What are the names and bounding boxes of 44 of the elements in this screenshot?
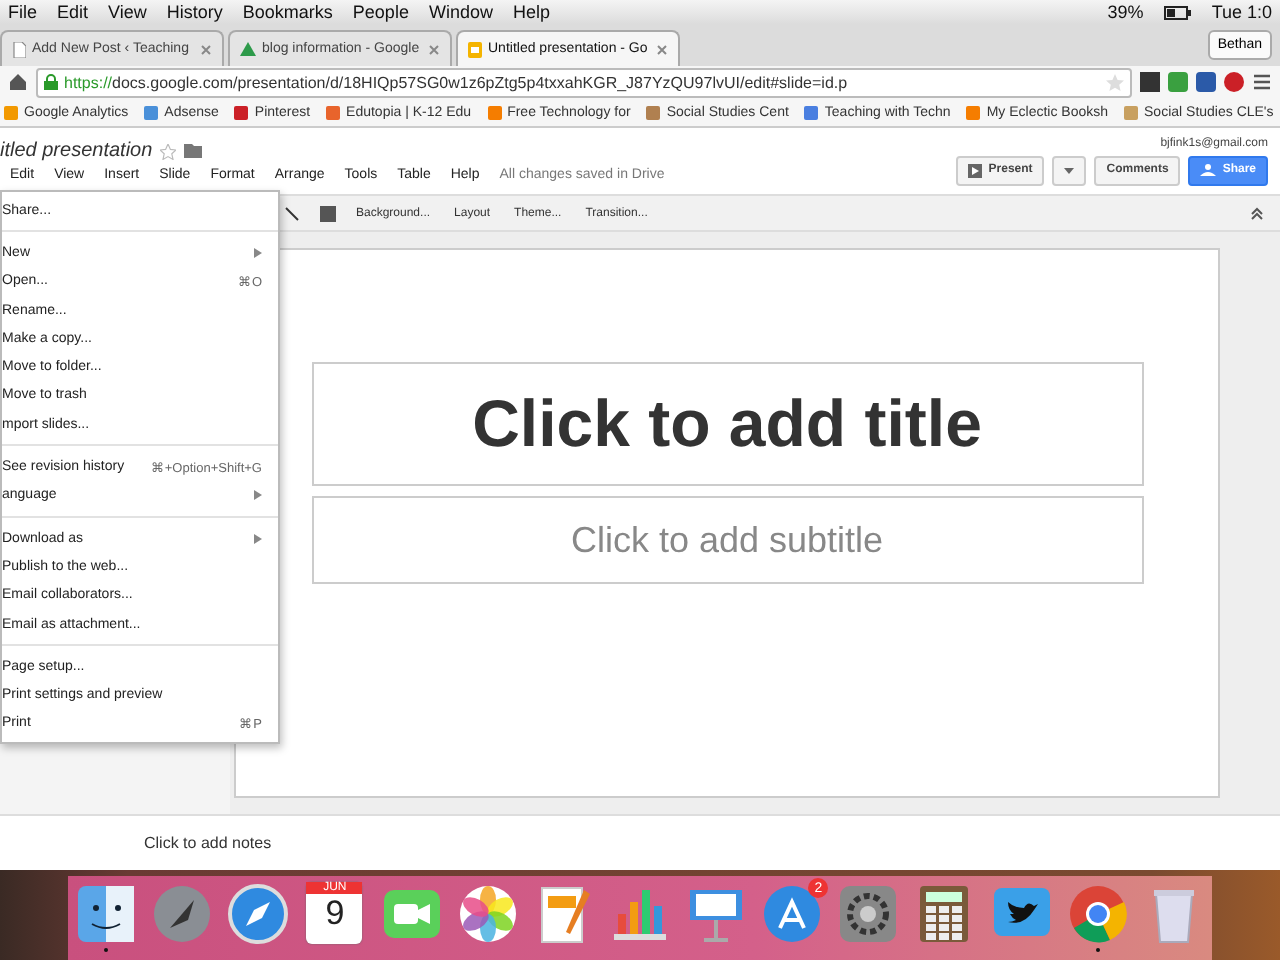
submenu-arrow-icon — [254, 533, 262, 544]
url-text: https://docs.google.com/presentation/d/18HIQp57SG0w1z6pZtg5p4txxahKGR_J87YzQU97lvUI/edit#slide=id.p — [64, 73, 848, 91]
menu-item[interactable]: Bookmarks — [242, 2, 333, 22]
menu-item[interactable]: File — [8, 2, 38, 22]
star-icon — [160, 143, 177, 159]
menu-item[interactable]: People — [352, 2, 409, 22]
close-icon — [200, 43, 212, 55]
home-icon — [8, 72, 28, 92]
lock-icon — [44, 74, 58, 90]
subtitle-placeholder[interactable]: Click to add subtitle — [311, 496, 1143, 584]
circle-rings-icon — [1065, 882, 1130, 946]
document-title[interactable]: itled presentation — [0, 140, 153, 162]
close-icon — [656, 43, 668, 55]
page-icon — [12, 41, 26, 57]
menu-item[interactable]: View — [108, 2, 147, 22]
line-icon — [280, 205, 304, 221]
slides-icon — [468, 41, 482, 57]
gear-icon — [836, 882, 901, 946]
address-field[interactable]: https://docs.google.com/presentation/d/18HIQp57SG0w1z6pZtg5p4txxahKGR_J87YzQU97lvUI/edit#slide=id.p — [36, 67, 1132, 97]
submenu-arrow-icon — [254, 490, 262, 501]
clock: Tue 1:0 — [1211, 2, 1272, 22]
compass-icon — [226, 882, 291, 946]
face-icon — [74, 882, 139, 946]
person-icon — [1200, 164, 1217, 176]
title-placeholder[interactable]: Click to add title — [311, 362, 1143, 486]
submenu-arrow-icon — [254, 247, 262, 258]
triangle-icon — [240, 42, 256, 56]
menu-icon — [1252, 72, 1272, 92]
battery-percent: 39% — [1107, 2, 1144, 22]
calendar-day: 9 — [325, 894, 345, 934]
menu-item[interactable]: Window — [428, 2, 493, 22]
collapse-icon — [1250, 206, 1264, 220]
star-icon — [1106, 73, 1124, 91]
present-dropdown[interactable] — [1052, 155, 1087, 185]
menu-item[interactable]: Edit — [57, 2, 89, 22]
close-icon — [428, 43, 440, 55]
menu-item[interactable]: Help — [512, 2, 550, 22]
play-icon — [968, 163, 983, 177]
folder-icon — [184, 144, 203, 158]
flower-icon — [455, 882, 520, 946]
caret-icon — [1064, 167, 1075, 173]
notes-placeholder[interactable]: Click to add notes — [144, 834, 272, 852]
menu-item[interactable]: History — [166, 2, 223, 22]
battery-icon — [1163, 5, 1192, 19]
